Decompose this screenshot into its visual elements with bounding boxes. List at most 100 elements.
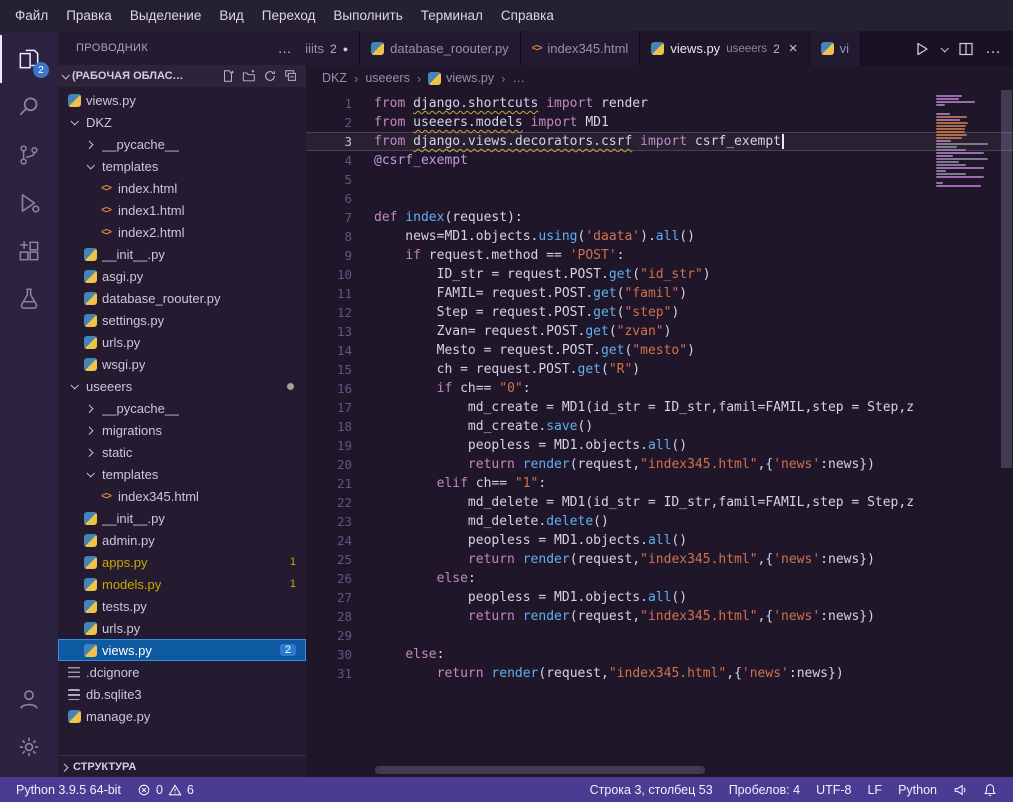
tree-item-index345-html[interactable]: <>index345.html: [58, 485, 306, 507]
code-line[interactable]: 23 md_delete.delete(): [306, 512, 1013, 531]
menu-item-[interactable]: Файл: [6, 0, 57, 31]
breadcrumb-item-useeers[interactable]: useeers: [365, 71, 409, 85]
tree-item-admin-py[interactable]: admin.py: [58, 529, 306, 551]
refresh-icon[interactable]: [263, 69, 277, 83]
new-folder-icon[interactable]: [242, 69, 256, 83]
sidebar-more-actions-icon[interactable]: …: [278, 40, 292, 56]
tree-item-tests-py[interactable]: tests.py: [58, 595, 306, 617]
tab-database-roouter-py[interactable]: database_roouter.py: [360, 31, 521, 66]
tree-item-static[interactable]: static: [58, 441, 306, 463]
code-line[interactable]: 18 md_create.save(): [306, 417, 1013, 436]
tree-item-init-py[interactable]: __init__.py: [58, 243, 306, 265]
split-editor-icon[interactable]: [958, 41, 974, 57]
code-line[interactable]: 2from useeers.models import MD1: [306, 113, 1013, 132]
code-line[interactable]: 16 if ch== "0":: [306, 379, 1013, 398]
breadcrumb-item-views-py[interactable]: views.py: [446, 71, 494, 85]
code-line[interactable]: 14 Mesto = request.POST.get("mesto"): [306, 341, 1013, 360]
encoding[interactable]: UTF-8: [808, 777, 859, 802]
code-editor[interactable]: 1from django.shortcuts import render2fro…: [306, 90, 1013, 777]
breadcrumb-item-[interactable]: …: [512, 71, 525, 85]
run-python-file-icon[interactable]: [914, 41, 930, 57]
tree-item-views-py[interactable]: views.py2: [58, 639, 306, 661]
code-line[interactable]: 24 peopless = MD1.objects.all(): [306, 531, 1013, 550]
tree-item-views-py[interactable]: views.py: [58, 89, 306, 111]
tree-item-dkz[interactable]: DKZ: [58, 111, 306, 133]
horizontal-scrollbar[interactable]: [375, 766, 705, 774]
explorer-button[interactable]: 2: [0, 35, 58, 83]
new-file-icon[interactable]: [221, 69, 235, 83]
menu-item-[interactable]: Справка: [492, 0, 563, 31]
menu-item-[interactable]: Правка: [57, 0, 121, 31]
feedback-button[interactable]: [945, 777, 975, 802]
account-button[interactable]: [0, 675, 58, 723]
menu-item-[interactable]: Выделение: [121, 0, 211, 31]
code-line[interactable]: 4@csrf_exempt: [306, 151, 1013, 170]
code-line[interactable]: 6: [306, 189, 1013, 208]
code-line[interactable]: 22 md_delete = MD1(id_str = ID_str,famil…: [306, 493, 1013, 512]
tree-item-index1-html[interactable]: <>index1.html: [58, 199, 306, 221]
code-line[interactable]: 21 elif ch== "1":: [306, 474, 1013, 493]
code-line[interactable]: 7def index(request):: [306, 208, 1013, 227]
code-line[interactable]: 1from django.shortcuts import render: [306, 94, 1013, 113]
tree-item-pycache[interactable]: __pycache__: [58, 397, 306, 419]
tree-item-db-sqlite3[interactable]: db.sqlite3: [58, 683, 306, 705]
run-dropdown-chevron-icon[interactable]: [940, 44, 948, 52]
tab-views-py[interactable]: views.pyuseeers2×: [640, 31, 809, 66]
menu-item-[interactable]: Выполнить: [324, 0, 411, 31]
tree-item-settings-py[interactable]: settings.py: [58, 309, 306, 331]
code-line[interactable]: 8 news=MD1.objects.using('daata').all(): [306, 227, 1013, 246]
breadcrumb-item-dkz[interactable]: DKZ: [322, 71, 347, 85]
horizontal-scrollbar-thumb[interactable]: [375, 766, 705, 774]
search-button[interactable]: [0, 83, 58, 131]
code-line[interactable]: 12 Step = request.POST.get("step"): [306, 303, 1013, 322]
tree-item-urls-py[interactable]: urls.py: [58, 617, 306, 639]
tree-item-urls-py[interactable]: urls.py: [58, 331, 306, 353]
python-version-selector[interactable]: Python 3.9.5 64-bit: [8, 777, 129, 802]
language-mode[interactable]: Python: [890, 777, 945, 802]
tree-item-dcignore[interactable]: .dcignore: [58, 661, 306, 683]
testing-button[interactable]: [0, 275, 58, 323]
close-tab-icon[interactable]: ×: [789, 41, 798, 56]
code-line[interactable]: 3from django.views.decorators.csrf impor…: [306, 132, 1013, 151]
more-actions-icon[interactable]: …: [985, 40, 1001, 58]
tab-diiits[interactable]: diiits2●: [306, 31, 360, 66]
tree-item-templates[interactable]: templates: [58, 463, 306, 485]
tree-item-apps-py[interactable]: apps.py1: [58, 551, 306, 573]
indentation[interactable]: Пробелов: 4: [721, 777, 808, 802]
code-line[interactable]: 31 return render(request,"index345.html"…: [306, 664, 1013, 683]
code-line[interactable]: 15 ch = request.POST.get("R"): [306, 360, 1013, 379]
extensions-button[interactable]: [0, 227, 58, 275]
code-line[interactable]: 20 return render(request,"index345.html"…: [306, 455, 1013, 474]
code-line[interactable]: 5: [306, 170, 1013, 189]
run-debug-button[interactable]: [0, 179, 58, 227]
code-line[interactable]: 10 ID_str = request.POST.get("id_str"): [306, 265, 1013, 284]
tree-item-templates[interactable]: templates: [58, 155, 306, 177]
menu-item-[interactable]: Вид: [210, 0, 252, 31]
tree-item-migrations[interactable]: migrations: [58, 419, 306, 441]
tree-item-models-py[interactable]: models.py1: [58, 573, 306, 595]
collapse-all-icon[interactable]: [284, 69, 298, 83]
tree-item-index2-html[interactable]: <>index2.html: [58, 221, 306, 243]
menu-item-[interactable]: Терминал: [412, 0, 492, 31]
menu-item-[interactable]: Переход: [253, 0, 325, 31]
vertical-scrollbar-thumb[interactable]: [1001, 90, 1012, 468]
eol-selector[interactable]: LF: [859, 777, 890, 802]
code-line[interactable]: 19 peopless = MD1.objects.all(): [306, 436, 1013, 455]
code-line[interactable]: 30 else:: [306, 645, 1013, 664]
tree-item-useeers[interactable]: useeers: [58, 375, 306, 397]
tree-item-asgi-py[interactable]: asgi.py: [58, 265, 306, 287]
tree-item-wsgi-py[interactable]: wsgi.py: [58, 353, 306, 375]
code-line[interactable]: 17 md_create = MD1(id_str = ID_str,famil…: [306, 398, 1013, 417]
tab-index345-html[interactable]: <>index345.html: [521, 31, 641, 66]
code-line[interactable]: 26 else:: [306, 569, 1013, 588]
code-line[interactable]: 11 FAMIL= request.POST.get("famil"): [306, 284, 1013, 303]
code-line[interactable]: 13 Zvan= request.POST.get("zvan"): [306, 322, 1013, 341]
cursor-position[interactable]: Строка 3, столбец 53: [582, 777, 721, 802]
notifications-button[interactable]: [975, 777, 1005, 802]
tree-item-index-html[interactable]: <>index.html: [58, 177, 306, 199]
problems-indicator[interactable]: 0 6: [129, 777, 202, 802]
workspace-section-header[interactable]: (РАБОЧАЯ ОБЛАСТЬ) ...: [58, 65, 306, 87]
code-line[interactable]: 25 return render(request,"index345.html"…: [306, 550, 1013, 569]
source-control-button[interactable]: [0, 131, 58, 179]
tree-item-database-roouter-py[interactable]: database_roouter.py: [58, 287, 306, 309]
